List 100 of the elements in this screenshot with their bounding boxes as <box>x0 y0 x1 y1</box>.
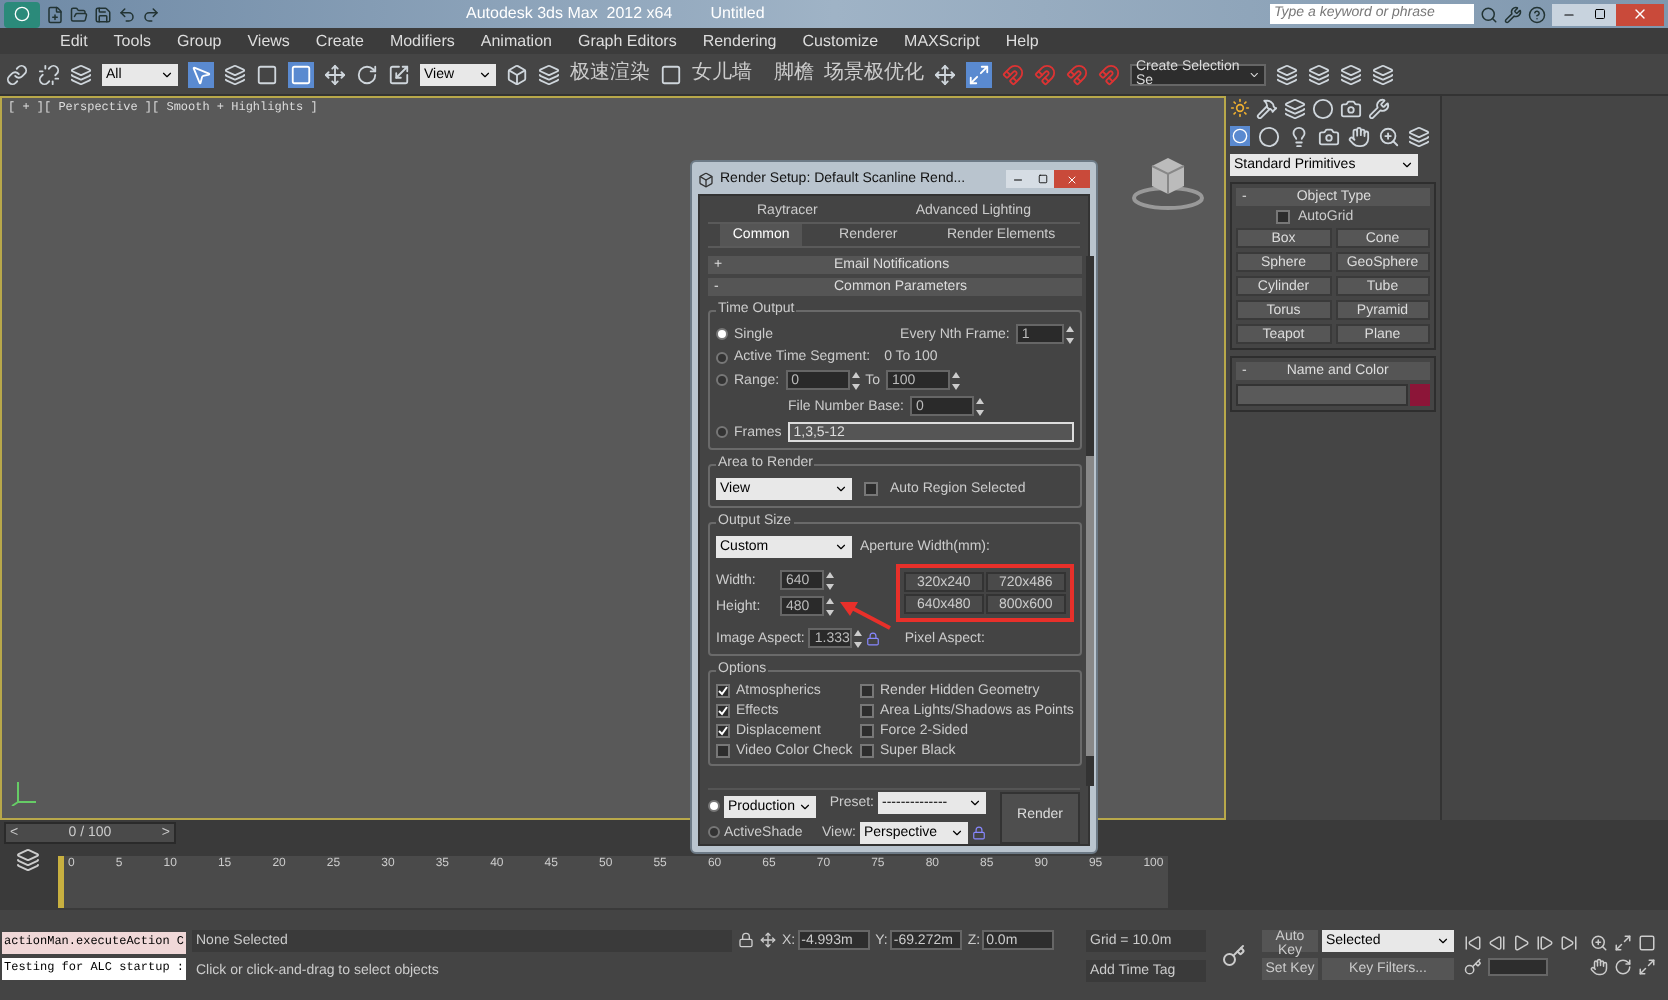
radio-button[interactable] <box>716 426 728 438</box>
menu-item[interactable]: Customize <box>802 33 879 49</box>
unlink-icon[interactable] <box>38 63 60 85</box>
radio-button[interactable] <box>716 328 728 340</box>
menu-item[interactable]: Group <box>176 33 222 49</box>
selection-region-icon[interactable] <box>256 63 278 85</box>
radio-button[interactable] <box>708 826 720 838</box>
checkbox[interactable] <box>716 724 730 738</box>
checkbox[interactable] <box>860 704 874 718</box>
previous-frame-icon[interactable] <box>1488 934 1506 952</box>
scrollbar[interactable] <box>1085 256 1094 786</box>
menu-item[interactable]: Edit <box>60 33 88 49</box>
help-icon[interactable] <box>1528 5 1546 23</box>
lock-icon[interactable] <box>972 825 986 839</box>
spinner-arrows-icon[interactable] <box>826 571 834 589</box>
checkbox[interactable] <box>716 684 730 698</box>
maximize-button[interactable] <box>1030 170 1054 188</box>
minimize-button[interactable] <box>1552 3 1584 25</box>
go-to-start-icon[interactable] <box>1464 934 1482 952</box>
radio-button[interactable] <box>716 351 728 363</box>
window-crossing-icon[interactable] <box>288 61 314 87</box>
move-icon[interactable] <box>324 63 346 85</box>
save-icon[interactable] <box>94 5 112 23</box>
maximize-button[interactable] <box>1584 3 1616 25</box>
search-icon[interactable] <box>1480 5 1498 23</box>
wrench-icon[interactable] <box>1504 5 1522 23</box>
dialog-app-icon <box>698 171 714 187</box>
minimize-button[interactable] <box>1006 170 1030 188</box>
checkbox[interactable] <box>864 482 878 496</box>
checkbox[interactable] <box>1276 210 1290 224</box>
open-folder-icon[interactable] <box>70 5 88 23</box>
move-icon[interactable] <box>934 63 956 85</box>
toolbar-label[interactable]: 极速渲染 <box>570 64 650 84</box>
helpers-icon[interactable] <box>1348 126 1370 148</box>
menu-item[interactable]: Rendering <box>702 33 777 49</box>
close-icon[interactable] <box>1066 173 1078 185</box>
menu-item[interactable]: Tools <box>113 33 151 49</box>
toolbar-label[interactable]: 场景极优化 <box>824 64 924 84</box>
close-icon[interactable] <box>1632 6 1648 22</box>
toolbar-label[interactable]: 脚檐 <box>774 64 814 84</box>
scrollbar-thumb[interactable] <box>1085 456 1094 756</box>
frame-field[interactable] <box>1488 958 1548 976</box>
spinner-arrows-icon[interactable] <box>1065 325 1074 343</box>
zoom-icon[interactable] <box>1590 934 1608 952</box>
zoom-extents-icon[interactable] <box>1614 934 1632 952</box>
maximize-icon[interactable] <box>1037 174 1047 184</box>
radio-button[interactable] <box>708 800 720 812</box>
select-icon[interactable] <box>188 61 214 87</box>
lock-icon[interactable] <box>738 932 754 948</box>
lock-icon[interactable] <box>866 631 881 645</box>
checkbox[interactable] <box>860 684 874 698</box>
maximize-icon[interactable] <box>1594 8 1606 20</box>
dropdown-caret-icon <box>1247 67 1260 81</box>
go-to-end-icon[interactable] <box>1560 934 1578 952</box>
color-swatch[interactable] <box>1410 384 1430 406</box>
play-icon[interactable] <box>1512 934 1530 952</box>
next-frame-icon[interactable] <box>1536 934 1554 952</box>
dropdown-caret-icon <box>478 67 492 81</box>
name-field[interactable] <box>1236 384 1408 406</box>
checkbox[interactable] <box>716 744 730 758</box>
maximize-viewport-icon[interactable] <box>1638 958 1656 976</box>
new-file-icon[interactable] <box>46 5 64 23</box>
menu-item[interactable]: Help <box>1005 33 1039 49</box>
key-mode-icon[interactable] <box>1464 958 1482 976</box>
spinner-arrows-icon[interactable] <box>854 629 863 647</box>
transform-mode-icon[interactable] <box>760 932 776 948</box>
orbit-icon[interactable] <box>1614 958 1632 976</box>
checkbox[interactable] <box>860 724 874 738</box>
pan-icon[interactable] <box>1590 958 1608 976</box>
menu-item[interactable]: MAXScript <box>904 33 980 49</box>
spinner-arrows-icon[interactable] <box>951 371 960 389</box>
dropdown-caret-icon <box>834 540 848 554</box>
undo-icon[interactable] <box>118 5 136 23</box>
menu-item[interactable]: Graph Editors <box>577 33 677 49</box>
toolbar-label[interactable]: 女儿墙 <box>692 64 752 84</box>
lights-icon[interactable] <box>1288 126 1310 148</box>
menu-item[interactable]: Animation <box>480 33 552 49</box>
checkbox[interactable] <box>716 704 730 718</box>
spinner-arrows-icon[interactable] <box>975 397 984 415</box>
dropdown-caret-icon <box>798 799 812 813</box>
menu-item[interactable]: Views <box>247 33 290 49</box>
key-icon[interactable] <box>1222 943 1246 967</box>
document-title: Untitled <box>710 6 765 22</box>
cameras-icon[interactable] <box>1318 126 1340 148</box>
rotate-icon[interactable] <box>356 63 378 85</box>
radio-button[interactable] <box>716 374 728 386</box>
menu-item[interactable]: Modifiers <box>389 33 455 49</box>
menu-item[interactable]: Create <box>315 33 364 49</box>
spinner-arrows-icon[interactable] <box>826 597 834 615</box>
scale-icon[interactable] <box>388 63 410 85</box>
link-icon[interactable] <box>6 63 28 85</box>
snap-toggle-icon[interactable] <box>966 61 992 87</box>
checkbox[interactable] <box>860 744 874 758</box>
dropdown-caret-icon <box>1400 158 1414 172</box>
spinner-arrows-icon[interactable] <box>851 371 860 389</box>
app-logo-icon[interactable] <box>4 1 40 27</box>
utilities-tab-icon[interactable] <box>1368 98 1390 120</box>
minimize-icon[interactable] <box>1012 173 1024 185</box>
modify-tab-icon[interactable] <box>1256 98 1278 120</box>
redo-icon[interactable] <box>142 5 160 23</box>
